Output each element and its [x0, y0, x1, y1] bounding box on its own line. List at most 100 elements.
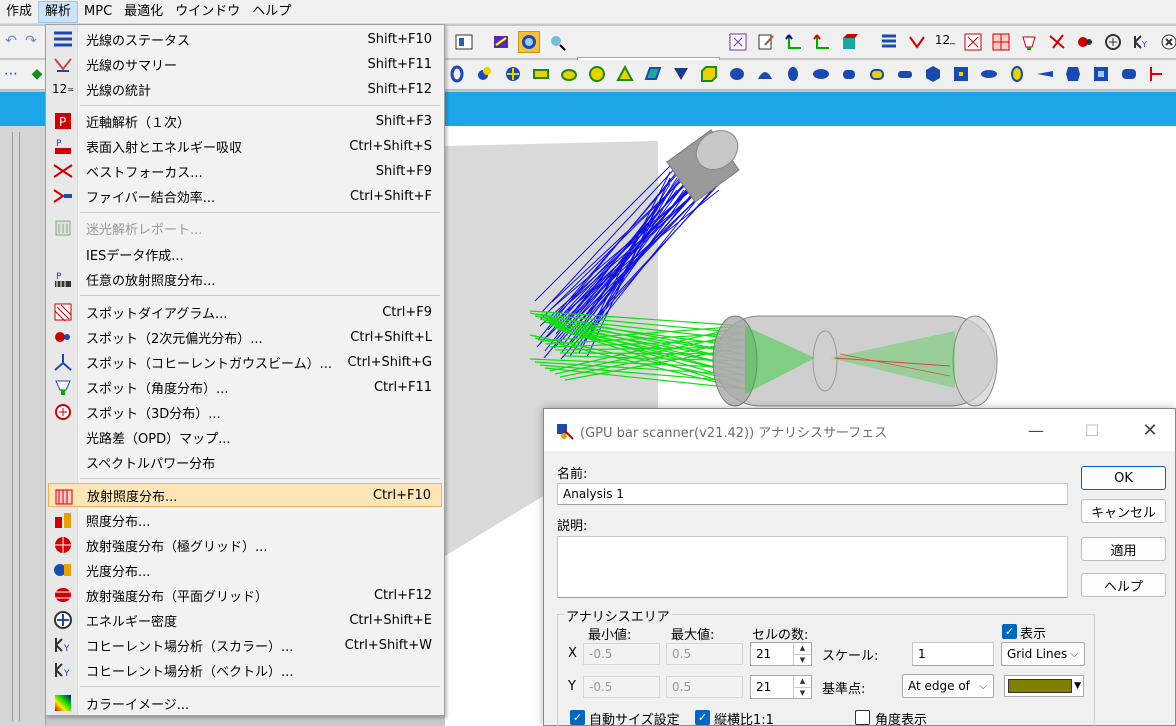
menu-item-spot-angle[interactable]: スポット（角度分布）... Ctrl+F11 — [48, 375, 442, 399]
12-icon[interactable]: 12 _ — [934, 29, 956, 51]
pill-icon[interactable] — [1118, 63, 1140, 85]
ray-fan-icon[interactable] — [906, 31, 928, 53]
cube-small-icon[interactable] — [1062, 63, 1084, 85]
menu-item-spot-diagram[interactable]: スポットダイアグラム... Ctrl+F9 — [48, 300, 442, 324]
menu-item-color-image[interactable]: カラーイメージ... — [48, 691, 442, 715]
grid-icon[interactable] — [727, 31, 749, 53]
grid-style-select[interactable]: Grid Lines ⌵ — [1001, 642, 1085, 666]
redo-icon[interactable]: ↷ — [20, 30, 42, 52]
menu-item-intensity-polar[interactable]: 放射強度分布（極グリッド）... — [48, 533, 442, 557]
triangle-icon[interactable] — [670, 63, 692, 85]
cancel-button[interactable]: キャンセル — [1081, 499, 1166, 523]
scale-field[interactable]: 1 — [912, 642, 994, 666]
paraboloid-icon[interactable] — [586, 63, 608, 85]
close-x-icon[interactable] — [1158, 31, 1176, 53]
menu-item-spot-polarization[interactable]: スポット（2次元偏光分布）... Ctrl+Shift+L — [48, 325, 442, 349]
aspect-ratio-checkbox[interactable]: ✓ — [695, 710, 710, 725]
menu-item-energy-density[interactable]: エネルギー密度 Ctrl+Shift+E — [48, 608, 442, 632]
chevron-up-icon[interactable]: ▲ — [794, 643, 811, 655]
menu-item-irradiance[interactable]: 放射照度分布... Ctrl+F10 — [48, 483, 442, 507]
menu-item-paraxial[interactable]: P 近軸解析（１次） Shift+F3 — [48, 109, 442, 133]
menu-item-fiber-coupling[interactable]: ファイバー結合効率... Ctrl+Shift+F — [48, 184, 442, 208]
box-icon[interactable] — [698, 63, 720, 85]
menu-create[interactable]: 作成 — [0, 1, 38, 23]
dome-icon[interactable] — [754, 63, 776, 85]
auto-size-checkbox[interactable]: ✓ — [570, 710, 585, 725]
disk-icon[interactable] — [894, 63, 916, 85]
oval-icon[interactable] — [978, 63, 1000, 85]
left-panel-scrollbar[interactable] — [12, 132, 20, 722]
bullet-icon[interactable] — [782, 63, 804, 85]
sphere-icon[interactable] — [530, 63, 552, 85]
mesh-icon[interactable] — [642, 63, 664, 85]
menu-item-ray-status[interactable]: 光線のステータス Shift+F10 — [48, 27, 442, 51]
name-field[interactable]: Analysis 1 — [557, 483, 1068, 505]
menu-item-ray-stats[interactable]: 12 = 光線の統計 Shift+F12 — [48, 77, 442, 101]
edit-icon[interactable] — [755, 31, 777, 53]
chevron-down-icon[interactable]: ▼ — [794, 655, 811, 666]
grid-color-select[interactable]: ▼ — [1004, 675, 1084, 697]
hatch-icon[interactable] — [990, 31, 1012, 53]
stop-icon[interactable] — [453, 31, 475, 53]
help-button[interactable]: ヘルプ — [1081, 573, 1166, 597]
wedge-icon[interactable] — [1034, 63, 1056, 85]
step-icon[interactable] — [1146, 63, 1168, 85]
toroid-icon[interactable] — [446, 63, 468, 85]
menu-mpc[interactable]: MPC — [78, 1, 118, 23]
dash-line-icon[interactable]: ⋯ — [0, 63, 22, 85]
prism-icon[interactable] — [866, 63, 888, 85]
menu-item-arbitrary-irradiance[interactable]: P 任意の放射照度分布... — [48, 267, 442, 291]
menu-item-luminous-intensity[interactable]: 光度分布... — [48, 558, 442, 582]
ray-trace-icon[interactable] — [490, 31, 512, 53]
capsule-icon[interactable] — [810, 63, 832, 85]
coherent-icon[interactable]: Y — [1130, 31, 1152, 53]
menu-item-spot-3d[interactable]: スポット（3D分布）... — [48, 400, 442, 424]
menu-item-spectral-power[interactable]: スペクトルパワー分布 — [48, 450, 442, 474]
reference-select[interactable]: At edge of ⌵ — [902, 674, 994, 698]
show-checkbox[interactable]: ✓ — [1002, 624, 1017, 639]
chevron-down-icon[interactable]: ▼ — [794, 688, 811, 699]
menu-item-surface-incidence[interactable]: P 表面入射とエネルギー吸収 Ctrl+Shift+S — [48, 134, 442, 158]
half-icon[interactable] — [1006, 63, 1028, 85]
ok-button[interactable]: OK — [1081, 466, 1166, 490]
description-field[interactable] — [557, 536, 1068, 598]
circle-view-icon[interactable] — [518, 31, 540, 53]
polar-icon[interactable] — [1074, 31, 1096, 53]
menu-optimize[interactable]: 最適化 — [118, 1, 169, 23]
angle-display-checkbox[interactable] — [855, 710, 870, 725]
menu-window[interactable]: ウインドウ — [169, 1, 246, 23]
box-3d-icon[interactable] — [839, 31, 861, 53]
hex-icon[interactable] — [922, 63, 944, 85]
ellipsoid-icon[interactable] — [558, 63, 580, 85]
undo-icon[interactable]: ↶ — [0, 30, 22, 52]
y-cells-spin[interactable]: ▲ ▼ — [793, 676, 811, 698]
menu-item-opd-map[interactable]: 光路差（OPD）マップ... — [48, 425, 442, 449]
dialog-titlebar[interactable]: (GPU bar scanner(v21.42)) アナリシスサーフェス — ☐… — [544, 409, 1175, 451]
lens-icon[interactable] — [726, 63, 748, 85]
menu-item-ray-summary[interactable]: 光線のサマリー Shift+F11 — [48, 52, 442, 76]
x-cells-spin[interactable]: ▲ ▼ — [793, 643, 811, 665]
lens-pair-icon[interactable] — [474, 63, 496, 85]
axis-red-icon[interactable] — [811, 31, 833, 53]
menu-analysis[interactable]: 解析 — [38, 0, 79, 23]
menu-item-intensity-planar[interactable]: 放射強度分布（平面グリッド） Ctrl+F12 — [48, 583, 442, 607]
list-icon[interactable] — [878, 31, 900, 53]
square-hole-icon[interactable] — [1090, 63, 1112, 85]
menu-item-illuminance[interactable]: 照度分布... — [48, 508, 442, 532]
apply-button[interactable]: 適用 — [1081, 537, 1166, 561]
unit-icon[interactable] — [1102, 31, 1124, 53]
x-cells-stepper[interactable]: 21 ▲ ▼ — [750, 642, 812, 666]
close-icon[interactable]: ✕ — [1138, 419, 1162, 441]
y-cells-stepper[interactable]: 21 ▲ ▼ — [750, 675, 812, 699]
bar-icon[interactable] — [1018, 31, 1040, 53]
menu-item-coherent-vector[interactable]: Y コヒーレント場分析（ベクトル）... — [48, 658, 442, 682]
spot-icon[interactable] — [962, 31, 984, 53]
chevron-up-icon[interactable]: ▲ — [794, 676, 811, 688]
axis-icon[interactable] — [783, 31, 805, 53]
menu-help[interactable]: ヘルプ — [246, 1, 297, 23]
cylinder-icon[interactable] — [838, 63, 860, 85]
menu-item-spot-gaussian[interactable]: スポット（コヒーレントガウスビーム）... Ctrl+Shift+G — [48, 350, 442, 374]
scatter-icon[interactable] — [1046, 31, 1068, 53]
menu-item-best-focus[interactable]: ベストフォーカス... Shift+F9 — [48, 159, 442, 183]
square-icon[interactable] — [950, 63, 972, 85]
